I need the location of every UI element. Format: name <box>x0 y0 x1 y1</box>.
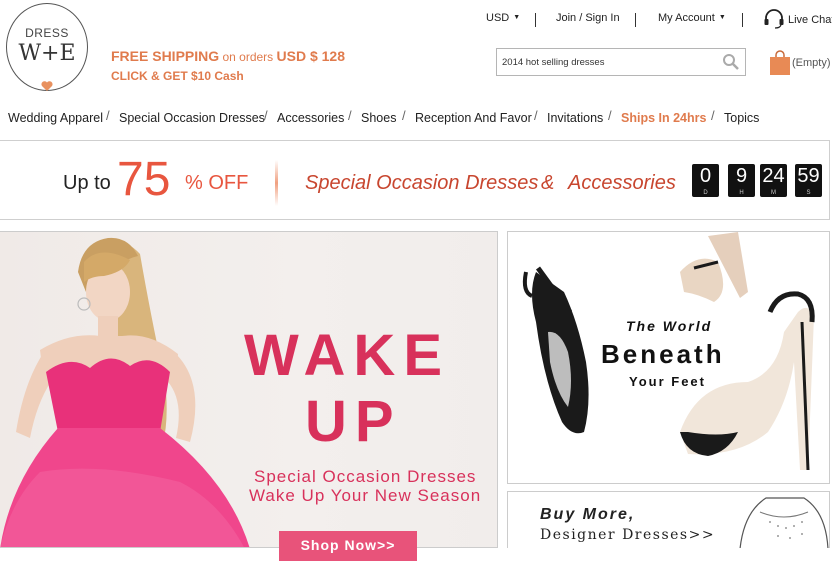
countdown-unit: H <box>739 190 744 196</box>
currency-label: USD <box>486 12 510 24</box>
nav-ships-24hrs[interactable]: Ships In 24hrs <box>621 111 706 125</box>
nav-topics[interactable]: Topics <box>724 111 759 125</box>
shoes-banner-line-2: Beneath <box>601 339 725 369</box>
banner-subtitle-2: Wake Up Your New Season <box>249 486 482 505</box>
orders-label: on orders <box>219 50 277 64</box>
banner-subtitle-1: Special Occasion Dresses <box>254 467 477 486</box>
banner-headline-wake: WAKE <box>244 323 450 388</box>
logo-text-dress: DRESS <box>25 26 69 40</box>
my-account-label: My Account <box>658 12 715 24</box>
countdown-value: 24 <box>762 165 785 187</box>
shoes-banner-line-1: The World <box>626 318 713 334</box>
nav-separator: / <box>348 108 352 123</box>
caret-down-icon: ▼ <box>718 14 726 21</box>
promo-ampersand: & <box>541 172 555 194</box>
search-box <box>496 48 746 76</box>
shipping-threshold: USD $ 128 <box>276 48 345 64</box>
countdown-value: 59 <box>797 165 820 187</box>
countdown-hours: 9H <box>728 164 755 197</box>
logo-text-we: W+E <box>18 41 76 66</box>
countdown-value: 0 <box>699 165 712 187</box>
nav-separator: / <box>534 108 538 123</box>
join-signin-link[interactable]: Join / Sign In <box>556 12 620 24</box>
nav-separator: / <box>608 108 612 123</box>
nav-wedding-apparel[interactable]: Wedding Apparel <box>8 111 103 125</box>
heart-icon <box>41 81 53 91</box>
promo-percent: 75 <box>117 153 171 206</box>
banner-headline-up: UP <box>305 389 402 454</box>
nav-accessories[interactable]: Accessories <box>277 111 344 125</box>
countdown-unit: S <box>806 190 811 196</box>
nav-separator: / <box>264 108 268 123</box>
currency-select[interactable]: USD ▼ <box>486 12 520 24</box>
countdown-days: 0D <box>692 164 719 197</box>
nav-separator: / <box>402 108 406 123</box>
nav-reception-favor[interactable]: Reception And Favor <box>415 111 532 125</box>
nav-separator: / <box>711 108 715 123</box>
search-icon[interactable] <box>721 53 741 71</box>
promo-off: % OFF <box>185 172 249 194</box>
caret-down-icon: ▼ <box>513 14 521 21</box>
nav-special-occasion[interactable]: Special Occasion Dresses <box>119 111 265 125</box>
divider <box>742 13 743 27</box>
site-logo[interactable]: DRESS W+E <box>6 3 88 91</box>
shopping-bag-icon[interactable] <box>769 50 791 76</box>
shoes-banner-line-3: Your Feet <box>629 374 706 389</box>
shop-now-button[interactable]: Shop Now>> <box>279 531 417 561</box>
promo-category-1: Special Occasion Dresses <box>305 172 539 194</box>
buy-more-line-1: Buy More, <box>540 506 636 523</box>
live-chat-link[interactable]: Live Chat <box>788 14 832 26</box>
countdown-seconds: 59 S <box>795 164 822 197</box>
cash-offer-link[interactable]: CLICK & GET $10 Cash <box>111 69 244 83</box>
promo-category-2: Accessories <box>568 172 676 194</box>
designer-dresses-link[interactable]: Designer Dresses>> <box>540 527 715 543</box>
promo-up-to: Up to <box>63 172 111 194</box>
cart-status[interactable]: (Empty) <box>792 57 831 69</box>
countdown-minutes: 24 M <box>760 164 787 197</box>
headset-icon[interactable] <box>763 9 785 29</box>
divider <box>535 13 536 27</box>
divider <box>635 13 636 27</box>
countdown-value: 9 <box>735 165 748 187</box>
nav-invitations[interactable]: Invitations <box>547 111 603 125</box>
countdown-unit: M <box>771 190 776 196</box>
nav-shoes[interactable]: Shoes <box>361 111 396 125</box>
promo-divider <box>275 160 278 206</box>
search-input[interactable] <box>497 49 717 75</box>
countdown-unit: D <box>703 190 708 196</box>
free-shipping-text[interactable]: FREE SHIPPING on orders USD $ 128 <box>111 48 345 64</box>
free-shipping-label: FREE SHIPPING <box>111 48 220 64</box>
nav-separator: / <box>106 108 110 123</box>
my-account-menu[interactable]: My Account ▼ <box>658 12 726 24</box>
